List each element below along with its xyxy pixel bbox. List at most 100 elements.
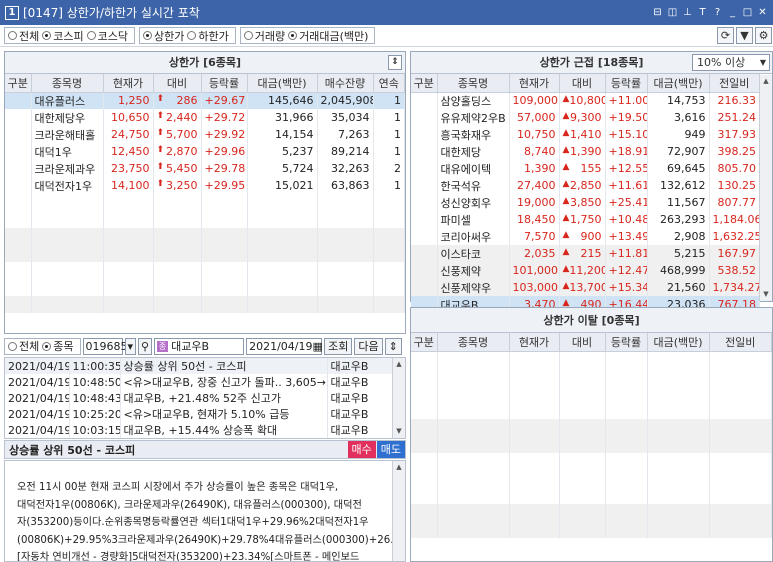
stock-name-field[interactable]: 종 대교우B [154, 337, 245, 355]
table-row[interactable]: 대한제당우 10,650 ⬆ 2,440 +29.72 31,966 35,034 1 [5, 109, 405, 126]
next-button[interactable]: 다음 [354, 337, 383, 355]
close-icon[interactable]: ✕ [756, 6, 769, 20]
news-row[interactable]: 2021/04/19 10:48:43 대교우B, +21.48% 52주 신고가 대… [5, 390, 393, 406]
scroll-up-icon[interactable]: ▲ [393, 461, 405, 474]
scroll-down-icon[interactable]: ▼ [393, 425, 405, 438]
column-header[interactable]: 구분 [411, 333, 438, 352]
up-arrow-icon: ⬆ [156, 162, 165, 172]
up-arrow-icon: ⬆ [156, 179, 165, 189]
empty-row [411, 453, 772, 470]
pin-icon[interactable]: ⊥ [681, 6, 694, 20]
column-header[interactable]: 종목명 [31, 74, 104, 93]
column-header[interactable]: 현재가 [509, 333, 560, 352]
column-header[interactable]: 대비 [559, 74, 606, 93]
news-detail-title: 상승률 상위 50선 - 코스피 [9, 443, 136, 457]
near-limit-title: 상한가 근접 [18종목] [539, 56, 644, 69]
news-scrollbar[interactable]: ▲ ▼ [392, 358, 405, 438]
column-header[interactable]: 등락률 [605, 74, 648, 93]
table-row[interactable]: 흥국화재우 10,750 ▲ 1,410 +15.10 949 317.93 [411, 126, 760, 143]
refresh-icon[interactable]: ⟳ [717, 27, 734, 44]
font-icon[interactable]: T [696, 6, 709, 20]
radio-filters.sort-0[interactable]: 거래량 [243, 28, 285, 44]
column-header[interactable]: 전일비 [709, 333, 772, 352]
news-row[interactable]: 2021/04/19 10:25:20 <유>대교우B, 현재가 5.10% 급등 대… [5, 406, 393, 422]
column-header[interactable]: 대금(백만) [247, 74, 318, 93]
dropdown-icon[interactable]: ▼ [736, 27, 753, 44]
column-header[interactable]: 종목명 [437, 333, 510, 352]
buy-button[interactable]: 매수 [347, 441, 376, 458]
radio-filters.market-2[interactable]: 코스닥 [86, 28, 128, 44]
news-row[interactable]: 2021/04/19 10:48:50 <유>대교우B, 장중 신고가 돌파.. 3… [5, 374, 393, 390]
column-header[interactable]: 구분 [411, 74, 438, 93]
column-header[interactable]: 등락률 [201, 74, 248, 93]
column-header[interactable]: 현재가 [103, 74, 154, 93]
column-header[interactable]: 대금(백만) [647, 74, 710, 93]
column-header[interactable]: 대비 [153, 74, 202, 93]
table-row[interactable]: 크라운제과우 23,750 ⬆ 5,450 +29.78 5,724 32,263 2 [5, 160, 405, 177]
table-row[interactable]: 파미셀 18,450 ▲ 1,750 +10.48 263,293 1,184.06 [411, 211, 760, 228]
table-row[interactable]: 신풍제약우 103,000 ▲ 13,700 +15.34 21,560 1,734.27 [411, 279, 760, 296]
dropdown-icon[interactable]: ▾ [124, 337, 137, 355]
table-row[interactable]: 대유에이텍 1,390 ▲ 155 +12.55 69,645 805.70 [411, 160, 760, 177]
search-icon[interactable]: ⚲ [138, 337, 153, 355]
news-row[interactable]: 2021/04/19 11:00:35 상승률 상위 50선 - 코스피 대교우B [5, 358, 393, 374]
lookup-button[interactable]: 조회 [324, 337, 353, 355]
empty-row [411, 487, 772, 504]
near-limit-scrollbar[interactable]: ▲ ▼ [759, 75, 772, 301]
empty-row [411, 385, 772, 402]
news-body-scrollbar[interactable]: ▲ [392, 461, 405, 561]
radio-icon [187, 31, 197, 40]
radio-filters.market-0[interactable]: 전체 [8, 28, 39, 44]
table-row[interactable]: 성신양회우 19,000 ▲ 3,850 +25.41 11,567 807.77 [411, 194, 760, 211]
radio-filters.limit-0[interactable]: 상한가 [143, 28, 184, 44]
table-row[interactable]: 유유제약2우B 57,000 ▲ 9,300 +19.50 3,616 251.24 [411, 109, 760, 126]
table-row[interactable]: 대한제당 8,740 ▲ 1,390 +18.91 72,907 398.25 [411, 143, 760, 160]
maximize-icon[interactable]: □ [741, 6, 754, 20]
column-header[interactable]: 전일비 [709, 74, 760, 93]
scroll-down-icon[interactable]: ▼ [760, 288, 772, 301]
news-detail-header: 상승률 상위 50선 - 코스피 매수 매도 [4, 440, 406, 459]
link-icon[interactable]: ⊟ [651, 6, 664, 20]
calendar-icon[interactable]: ▦ [313, 339, 323, 354]
radio-icon [42, 341, 52, 351]
settings-icon[interactable]: ⚙ [755, 27, 772, 44]
radio-news.radio-0[interactable]: 전체 [8, 338, 39, 354]
table-row[interactable]: 이스타코 2,035 ▲ 215 +11.81 5,215 167.97 [411, 245, 760, 262]
column-header[interactable]: 종목명 [437, 74, 510, 93]
column-header[interactable]: 대금(백만) [647, 333, 710, 352]
table-row[interactable]: 대유플러스 1,250 ⬆ 286 +29.67 145,646 2,045,908 1 [5, 92, 405, 109]
radio-filters.sort-1[interactable]: 거래대금(백만) [288, 28, 368, 44]
table-row[interactable]: 삼양홀딩스 109,000 ▲ 10,800 +11.00 14,753 216.33 [411, 92, 760, 109]
table-row[interactable]: 대덕1우 12,450 ⬆ 2,870 +29.96 5,237 89,214 1 [5, 143, 405, 160]
table-row[interactable]: 코리아써우 7,570 ▲ 900 +13.49 2,908 1,632.25 [411, 228, 760, 245]
radio-news.radio-1[interactable]: 종목 [42, 338, 74, 354]
scroll-up-icon[interactable]: ▲ [760, 75, 772, 88]
expand-icon[interactable]: ⇕ [388, 55, 402, 70]
screen-code: [0147] [23, 6, 63, 20]
column-header[interactable]: 대비 [559, 333, 606, 352]
column-header[interactable]: 매수잔량 [317, 74, 374, 93]
stock-code-input[interactable]: 019685 [82, 337, 128, 355]
table-row[interactable]: 대덕전자1우 14,100 ⬆ 3,250 +29.95 15,021 63,863 1 [5, 177, 405, 194]
column-header[interactable]: 연속 [373, 74, 405, 93]
column-header[interactable]: 등락률 [605, 333, 648, 352]
sell-button[interactable]: 매도 [376, 441, 405, 458]
help-icon[interactable]: ? [711, 6, 724, 20]
up-arrow-icon: ▲ [562, 128, 570, 138]
scroll-up-icon[interactable]: ▲ [393, 358, 405, 371]
empty-row [5, 228, 405, 245]
threshold-select[interactable]: 10% 이상 ▼ [692, 54, 770, 71]
minimize-icon[interactable]: _ [726, 6, 739, 20]
news-row[interactable]: 2021/04/19 10:03:15 대교우B, +15.44% 상승폭 확대 대교… [5, 422, 393, 438]
table-row[interactable]: 크라운해태홀 24,750 ⬆ 5,700 +29.92 14,154 7,263 1 [5, 126, 405, 143]
expand-icon[interactable]: ⇕ [384, 337, 402, 355]
column-header[interactable]: 구분 [5, 74, 32, 93]
radio-filters.limit-1[interactable]: 하한가 [187, 28, 229, 44]
table-row[interactable]: 신풍제약 101,000 ▲ 11,200 +12.47 468,999 538.52 [411, 262, 760, 279]
news-controls: 전체 종목 019685 ▾ ⚲ 종 대교우B 2021/04/19 ▦ 조회 다음 … [4, 336, 406, 356]
table-row[interactable]: 한국석유 27,400 ▲ 2,850 +11.61 132,612 130.25 [411, 177, 760, 194]
copy-icon[interactable]: ◫ [666, 6, 679, 20]
column-header[interactable]: 현재가 [509, 74, 560, 93]
radio-filters.market-1[interactable]: 코스피 [42, 28, 84, 44]
date-input[interactable]: 2021/04/19 ▦ [246, 337, 323, 355]
